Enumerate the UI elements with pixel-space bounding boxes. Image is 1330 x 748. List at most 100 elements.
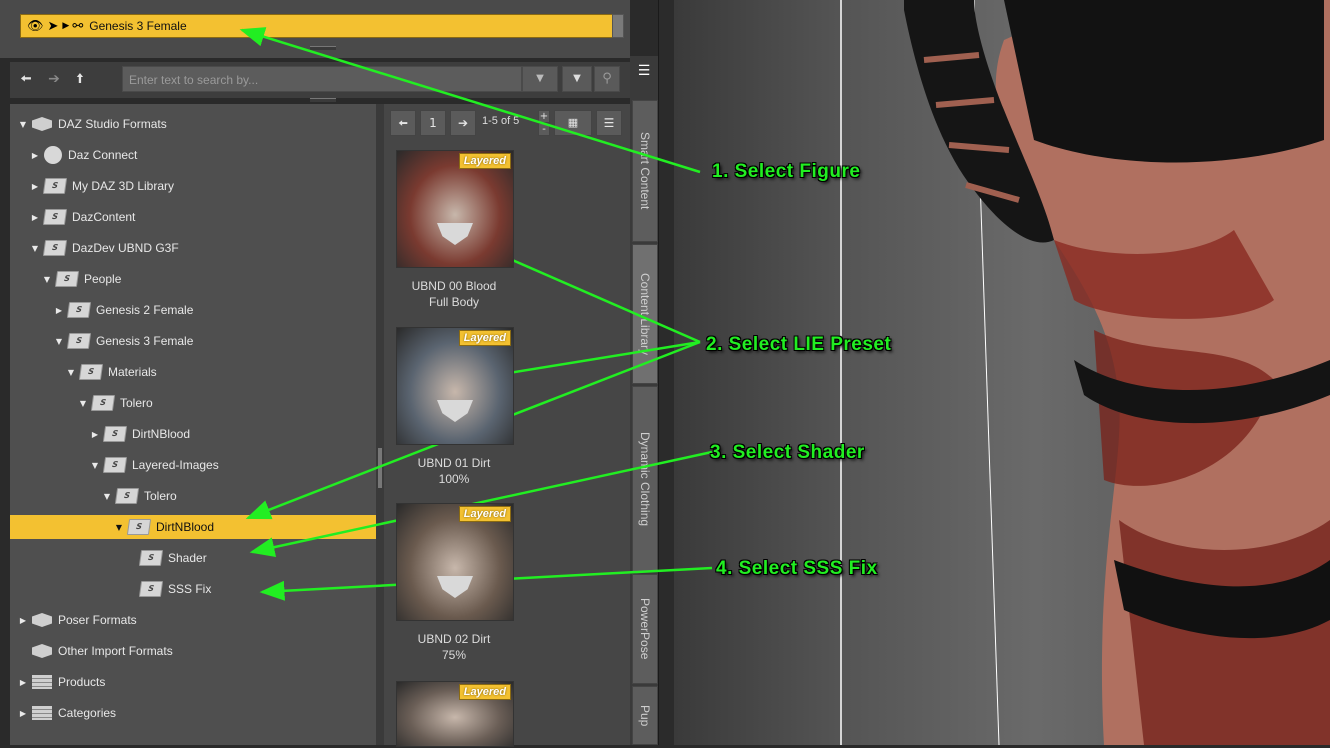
tree-item[interactable]: ▼ S Genesis 3 Female — [10, 329, 376, 353]
layered-badge: Layered — [458, 506, 511, 522]
content-tree: ▼ DAZ Studio Formats ▶ Daz Connect ▶ S My DAZ … — [10, 104, 376, 745]
preset-thumbnail[interactable]: Layered — [396, 503, 514, 621]
tree-item-label: Products — [58, 675, 106, 689]
folder-icon: S — [102, 426, 128, 442]
expand-arrow-icon[interactable]: ▶ — [30, 151, 40, 160]
collapse-arrow-icon[interactable]: ▼ — [30, 244, 40, 253]
tree-item[interactable]: ▶ S My DAZ 3D Library — [10, 174, 376, 198]
tree-item[interactable]: ▶ Products — [10, 670, 376, 694]
caption-line: Full Body — [428, 295, 480, 309]
expand-arrow-icon[interactable]: ▶ — [62, 21, 69, 31]
grid-view-icon[interactable]: ▦ — [554, 110, 592, 136]
preset-thumbnail[interactable]: Layered — [396, 150, 514, 268]
tree-item[interactable]: ▼ S Tolero — [10, 484, 376, 508]
tree-item[interactable]: Other Import Formats — [10, 639, 376, 663]
tree-item-label: Tolero — [144, 489, 177, 503]
collapse-arrow-icon[interactable]: ▼ — [66, 368, 76, 377]
expand-arrow-icon[interactable]: ▶ — [90, 430, 100, 439]
search-mode-dropdown[interactable]: ▼ — [562, 66, 592, 92]
panel-separator[interactable] — [658, 0, 675, 745]
tree-item[interactable]: ▶ S DirtNBlood — [10, 422, 376, 446]
folder-icon: S — [66, 302, 92, 318]
tree-item-label: DazContent — [72, 210, 136, 224]
collapse-arrow-icon[interactable]: ▼ — [42, 275, 52, 284]
collapse-arrow-icon[interactable]: ▼ — [114, 523, 124, 532]
caption-line: 100% — [438, 472, 470, 486]
folder-icon: S — [126, 519, 152, 535]
tab-powerpose[interactable]: PowerPose — [632, 574, 658, 684]
search-icon[interactable]: ⚲ — [594, 66, 620, 92]
figure-icon: ⚯ — [72, 18, 84, 34]
tab-puppeteer[interactable]: Pup — [632, 686, 658, 745]
expand-arrow-icon[interactable]: ▶ — [18, 709, 28, 718]
tree-item[interactable]: ▼ S People — [10, 267, 376, 291]
scene-node-row[interactable]: 👁 ➤ ▶ ⚯ Genesis 3 Female — [20, 14, 614, 38]
expand-arrow-icon[interactable]: ▶ — [18, 678, 28, 687]
panel-menu-icon[interactable]: ☰ — [633, 60, 655, 82]
tree-item[interactable]: ▼ S Layered-Images — [10, 453, 376, 477]
tree-item[interactable]: ▼ S Tolero — [10, 391, 376, 415]
tree-item[interactable]: ▼ DAZ Studio Formats — [10, 112, 376, 136]
tree-item-label: DAZ Studio Formats — [58, 117, 167, 131]
collapse-arrow-icon[interactable]: ▼ — [54, 337, 64, 346]
folder-icon: S — [66, 333, 92, 349]
panel-splitter[interactable] — [310, 46, 336, 50]
collapse-arrow-icon[interactable]: ▼ — [90, 461, 100, 470]
back-arrow-icon[interactable]: 🠨 — [16, 66, 36, 92]
zoom-in-icon[interactable]: + — [538, 110, 550, 123]
next-page-icon[interactable]: ➔ — [450, 110, 476, 136]
scene-scrollbar[interactable] — [612, 14, 624, 38]
tree-item-label: Other Import Formats — [58, 644, 173, 658]
viewport[interactable] — [674, 0, 1330, 746]
tree-item-label: Genesis 3 Female — [96, 334, 194, 348]
tree-item[interactable]: ▶ Poser Formats — [10, 608, 376, 632]
pointer-icon[interactable]: ➤ — [48, 19, 59, 34]
forward-arrow-icon[interactable]: ➔ — [44, 66, 64, 92]
search-input[interactable]: Enter text to search by... — [122, 66, 522, 92]
expand-arrow-icon[interactable]: ▶ — [30, 213, 40, 222]
collapse-arrow-icon[interactable]: ▼ — [18, 120, 28, 129]
expand-arrow-icon[interactable]: ▶ — [54, 306, 64, 315]
tab-dynamic-clothing[interactable]: Dynamic Clothing — [632, 386, 658, 572]
zoom-out-icon[interactable]: - — [538, 123, 550, 136]
tab-smart-content[interactable]: Smart Content — [632, 100, 658, 242]
tree-item[interactable]: ▶ Categories — [10, 701, 376, 725]
tab-content-library[interactable]: Content Library — [632, 244, 658, 384]
prev-page-icon[interactable]: 🠨 — [390, 110, 416, 136]
preset-thumbnail[interactable]: Layered — [396, 327, 514, 445]
tree-item[interactable]: ▼ S Materials — [10, 360, 376, 384]
tree-item[interactable]: ▶ S DazContent — [10, 205, 376, 229]
expand-arrow-icon[interactable]: ▶ — [30, 182, 40, 191]
poser-formats-icon — [32, 613, 52, 627]
categories-icon — [32, 706, 52, 720]
import-formats-icon — [32, 644, 52, 658]
folder-icon: S — [138, 581, 164, 597]
list-view-icon[interactable]: ☰ — [596, 110, 622, 136]
tree-item[interactable]: ▶ Daz Connect — [10, 143, 376, 167]
thumbnail-scrollbar[interactable] — [378, 448, 382, 488]
tree-item[interactable]: ▼ S DirtNBlood — [10, 515, 376, 539]
tree-item[interactable]: ▶ S Genesis 2 Female — [10, 298, 376, 322]
tree-item-label: Genesis 2 Female — [96, 303, 194, 317]
folder-icon: S — [114, 488, 140, 504]
page-number-field[interactable]: 1 — [420, 110, 446, 136]
collapse-arrow-icon[interactable]: ▼ — [102, 492, 112, 501]
tree-item-label: DirtNBlood — [132, 427, 191, 441]
preset-thumbnail[interactable]: Layered — [396, 681, 514, 747]
tree-item[interactable]: ▼ S DazDev UBND G3F — [10, 236, 376, 260]
tree-item-label: SSS Fix — [168, 582, 212, 596]
search-splitter[interactable] — [310, 98, 336, 102]
folder-icon: S — [102, 457, 128, 473]
up-arrow-icon[interactable]: 🠩 — [70, 66, 90, 92]
folder-icon: S — [78, 364, 104, 380]
figure-top-garment — [1004, 0, 1324, 163]
folder-icon: S — [54, 271, 80, 287]
tree-item[interactable]: S Shader — [10, 546, 376, 570]
layered-badge: Layered — [458, 153, 511, 169]
eye-icon[interactable]: 👁 — [27, 19, 44, 34]
search-filter-dropdown[interactable]: ▼ — [522, 66, 558, 92]
expand-arrow-icon[interactable]: ▶ — [18, 616, 28, 625]
tree-divider[interactable] — [376, 104, 384, 745]
collapse-arrow-icon[interactable]: ▼ — [78, 399, 88, 408]
tree-item[interactable]: S SSS Fix — [10, 577, 376, 601]
